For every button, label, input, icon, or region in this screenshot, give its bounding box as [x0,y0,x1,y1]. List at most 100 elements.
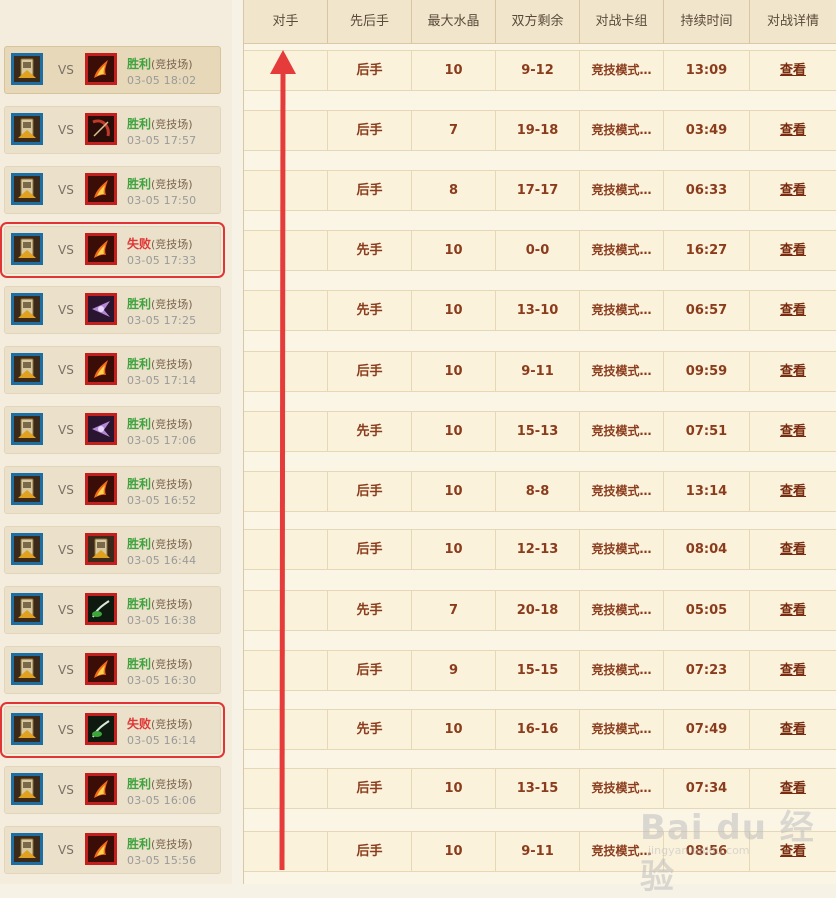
match-time: 03-05 16:52 [127,494,197,507]
opponent-cell [244,710,328,749]
match-card[interactable]: VS 胜利 (竞技场) 03-05 16:44 [4,526,221,574]
view-details-link[interactable]: 查看 [750,591,836,630]
view-details-link[interactable]: 查看 [750,352,836,391]
bow-icon [85,113,117,145]
match-mode: (竞技场) [151,838,193,851]
deck-cell: 竞技模式… [580,651,664,690]
match-card[interactable]: VS 胜利 (竞技场) 03-05 18:02 [4,46,221,94]
card-icon [11,593,43,625]
vs-label: VS [58,423,74,437]
view-details-link[interactable]: 查看 [750,472,836,511]
match-card[interactable]: VS 失败 (竞技场) 03-05 16:14 [0,702,225,758]
remaining-cell: 16-16 [496,710,580,749]
duration-cell: 06:33 [664,171,750,210]
header-opponent[interactable]: 对手 [244,0,328,43]
watermark-url: jingyan.baidu.com [648,844,750,857]
opponent-cell [244,171,328,210]
card-icon [11,53,43,85]
remaining-cell: 9-11 [496,832,580,871]
table-row: 先手 10 0-0 竞技模式… 16:27 查看 [244,230,836,271]
header-max-crystal[interactable]: 最大水晶 [412,0,496,43]
match-table: 对手 先后手 最大水晶 双方剩余 对战卡组 持续时间 对战详情 后手 10 9-12… [243,0,836,884]
view-details-link[interactable]: 查看 [750,231,836,270]
table-row: 后手 7 19-18 竞技模式… 03:49 查看 [244,110,836,151]
duration-cell: 07:49 [664,710,750,749]
deck-cell: 竞技模式… [580,591,664,630]
opponent-cell [244,591,328,630]
turn-order-cell: 后手 [328,769,412,808]
vs-label: VS [58,663,74,677]
deck-cell: 竞技模式… [580,472,664,511]
remaining-cell: 19-18 [496,111,580,150]
nature-icon [85,713,117,745]
match-card[interactable]: VS 胜利 (竞技场) 03-05 17:57 [4,106,221,154]
match-card[interactable]: VS 胜利 (竞技场) 03-05 17:50 [4,166,221,214]
view-details-link[interactable]: 查看 [750,171,836,210]
deck-cell: 竞技模式… [580,291,664,330]
match-card[interactable]: VS 胜利 (竞技场) 03-05 15:56 [4,826,221,874]
match-card[interactable]: VS 胜利 (竞技场) 03-05 16:30 [4,646,221,694]
card-icon [11,173,43,205]
view-details-link[interactable]: 查看 [750,530,836,569]
match-card[interactable]: VS 胜利 (竞技场) 03-05 16:38 [4,586,221,634]
match-card[interactable]: VS 胜利 (竞技场) 03-05 17:25 [4,286,221,334]
view-details-link[interactable]: 查看 [750,651,836,690]
view-details-link[interactable]: 查看 [750,710,836,749]
header-remaining[interactable]: 双方剩余 [496,0,580,43]
duration-cell: 13:14 [664,472,750,511]
header-details[interactable]: 对战详情 [750,0,836,43]
card-icon [11,473,43,505]
max-crystal-cell: 10 [412,769,496,808]
nature-icon [85,593,117,625]
remaining-cell: 20-18 [496,591,580,630]
vs-label: VS [58,363,74,377]
match-result: 胜利 [127,177,152,191]
card-icon [11,533,43,565]
opponent-cell [244,769,328,808]
turn-order-cell: 后手 [328,111,412,150]
match-time: 03-05 17:57 [127,134,197,147]
match-result: 胜利 [127,357,152,371]
match-time: 03-05 17:33 [127,254,197,267]
match-result: 失败 [127,717,152,731]
opponent-cell [244,111,328,150]
header-duration[interactable]: 持续时间 [664,0,750,43]
match-mode: (竞技场) [151,178,193,191]
flame-icon [85,653,117,685]
header-turn-order[interactable]: 先后手 [328,0,412,43]
turn-order-cell: 先手 [328,710,412,749]
remaining-cell: 12-13 [496,530,580,569]
duration-cell: 13:09 [664,51,750,90]
header-deck[interactable]: 对战卡组 [580,0,664,43]
match-card[interactable]: VS 胜利 (竞技场) 03-05 16:52 [4,466,221,514]
vs-label: VS [58,303,74,317]
match-card[interactable]: VS 胜利 (竞技场) 03-05 17:14 [4,346,221,394]
view-details-link[interactable]: 查看 [750,111,836,150]
match-mode: (竞技场) [151,538,193,551]
flame-icon [85,833,117,865]
view-details-link[interactable]: 查看 [750,291,836,330]
turn-order-cell: 先手 [328,412,412,451]
duration-cell: 08:04 [664,530,750,569]
deck-cell: 竞技模式… [580,530,664,569]
view-details-link[interactable]: 查看 [750,51,836,90]
card-icon [11,653,43,685]
match-time: 03-05 16:30 [127,674,197,687]
turn-order-cell: 后手 [328,530,412,569]
match-result: 胜利 [127,57,152,71]
turn-order-cell: 先手 [328,291,412,330]
deck-cell: 竞技模式… [580,171,664,210]
vs-label: VS [58,723,74,737]
vs-label: VS [58,63,74,77]
view-details-link[interactable]: 查看 [750,412,836,451]
match-card[interactable]: VS 失败 (竞技场) 03-05 17:33 [0,222,225,278]
max-crystal-cell: 7 [412,111,496,150]
shadow-icon [85,293,117,325]
match-card[interactable]: VS 胜利 (竞技场) 03-05 17:06 [4,406,221,454]
baidu-watermark: Bai du 经验 jingyan.baidu.com [640,790,830,897]
table-row: 先手 7 20-18 竞技模式… 05:05 查看 [244,590,836,631]
flame-icon [85,473,117,505]
deck-cell: 竞技模式… [580,352,664,391]
opponent-cell [244,832,328,871]
match-card[interactable]: VS 胜利 (竞技场) 03-05 16:06 [4,766,221,814]
